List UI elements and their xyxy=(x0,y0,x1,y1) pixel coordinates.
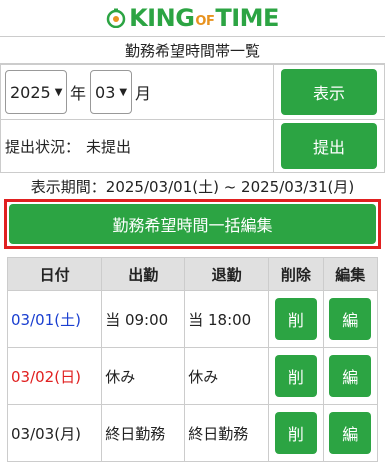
row-in: 終日勤務 xyxy=(101,404,186,462)
col-header-edit: 編集 xyxy=(322,257,379,291)
display-period: 表示期間：2025/03/01(土) ~ 2025/03/31(月) xyxy=(30,177,355,196)
row-date: 03/03(月) xyxy=(6,404,103,462)
year-value: 2025 xyxy=(10,82,51,102)
row-edit-cell: 編 xyxy=(322,347,379,405)
row-out: 当 18:00 xyxy=(184,290,270,348)
col-header-date: 日付 xyxy=(6,257,103,291)
chevron-down-icon: ▼ xyxy=(54,86,63,98)
app-header: KING OF TIME xyxy=(0,0,385,36)
show-button-cell: 表示 xyxy=(273,64,385,120)
logo-king: KING xyxy=(129,4,195,32)
row-delete-cell: 削 xyxy=(268,404,324,462)
status-value: 未提出 xyxy=(86,137,132,156)
submit-button[interactable]: 提出 xyxy=(281,123,377,169)
edit-button[interactable]: 編 xyxy=(329,412,372,454)
clock-icon xyxy=(106,8,126,28)
year-select[interactable]: 2025 ▼ xyxy=(5,70,67,114)
logo-time: TIME xyxy=(215,4,279,32)
date-select-cell: 2025 ▼ 年 03 ▼ 月 xyxy=(0,64,274,120)
page-title: 勤務希望時間帯一覧 xyxy=(0,36,385,64)
row-delete-cell: 削 xyxy=(268,290,324,348)
row-out: 休み xyxy=(184,347,270,405)
delete-button[interactable]: 削 xyxy=(274,412,317,454)
row-date: 03/02(日) xyxy=(6,347,103,405)
month-unit: 月 xyxy=(135,84,152,103)
row-out: 終日勤務 xyxy=(184,404,270,462)
row-in: 当 09:00 xyxy=(101,290,186,348)
status-cell: 提出状況： 未提出 xyxy=(0,119,274,173)
bulk-edit-highlight: 勤務希望時間一括編集 xyxy=(4,199,381,249)
row-edit-cell: 編 xyxy=(322,290,379,348)
year-unit: 年 xyxy=(70,84,87,103)
col-header-in: 出勤 xyxy=(101,257,186,291)
row-in: 休み xyxy=(101,347,186,405)
show-button[interactable]: 表示 xyxy=(281,69,377,115)
month-select[interactable]: 03 ▼ xyxy=(90,70,133,114)
schedule-table: 日付 出勤 退勤 削除 編集 03/01(土) 当 09:00 当 18:00 … xyxy=(6,257,379,462)
col-header-delete: 削除 xyxy=(268,257,324,291)
row-edit-cell: 編 xyxy=(322,404,379,462)
delete-button[interactable]: 削 xyxy=(274,298,317,340)
row-date: 03/01(土) xyxy=(6,290,103,348)
table-row: 03/02(日) 休み 休み 削 編 xyxy=(6,347,379,405)
col-header-out: 退勤 xyxy=(184,257,270,291)
month-value: 03 xyxy=(95,82,116,102)
delete-button[interactable]: 削 xyxy=(274,355,317,397)
king-of-time-logo: KING OF TIME xyxy=(106,4,279,32)
status-label: 提出状況： xyxy=(5,137,81,156)
controls-table: 2025 ▼ 年 03 ▼ 月 表示 提出状況： 未提出 提出 xyxy=(0,64,385,173)
table-row: 03/01(土) 当 09:00 当 18:00 削 編 xyxy=(6,290,379,348)
chevron-down-icon: ▼ xyxy=(119,86,128,98)
table-row: 03/03(月) 終日勤務 終日勤務 削 編 xyxy=(6,404,379,462)
logo-of: OF xyxy=(195,14,215,29)
row-delete-cell: 削 xyxy=(268,347,324,405)
edit-button[interactable]: 編 xyxy=(329,298,372,340)
edit-button[interactable]: 編 xyxy=(329,355,372,397)
submit-button-cell: 提出 xyxy=(273,119,385,173)
bulk-edit-button[interactable]: 勤務希望時間一括編集 xyxy=(9,204,376,244)
